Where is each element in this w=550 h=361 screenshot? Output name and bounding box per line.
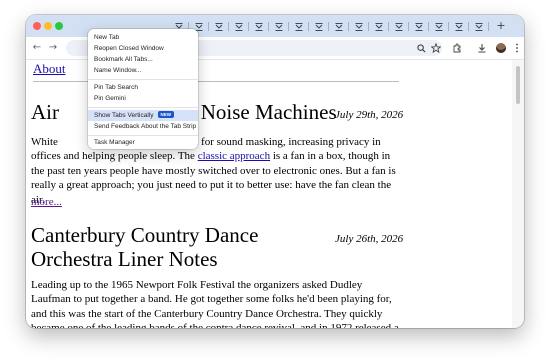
menu-separator [88,135,198,136]
tab-separator [208,22,209,31]
tab-separator [468,22,469,31]
browser-tab[interactable] [292,19,306,35]
menu-item-send-feedback[interactable]: Send Feedback About the Tab Strip [88,121,198,132]
browser-tab[interactable] [352,19,366,35]
site-favicon-icon [415,22,423,32]
close-window-button[interactable] [33,22,41,30]
post-date: July 29th, 2026 [335,109,404,121]
browser-tab[interactable] [212,19,226,35]
menu-item-label: Show Tabs Vertically [94,112,154,119]
extensions-icon[interactable] [450,40,464,56]
forward-button[interactable]: → [46,40,60,56]
scrollbar-thumb[interactable] [516,66,520,104]
site-favicon-icon [315,22,323,32]
site-favicon-icon [275,22,283,32]
browser-tab[interactable] [452,19,466,35]
browser-tab[interactable] [232,19,246,35]
minimize-window-button[interactable] [44,22,52,30]
site-favicon-icon [475,22,483,32]
menu-separator [88,107,198,108]
browser-tab[interactable] [272,19,286,35]
browser-tab[interactable] [432,19,446,35]
site-favicon-icon [295,22,303,32]
browser-tab[interactable] [392,19,406,35]
menu-item-pin-gemini[interactable]: Pin Gemini [88,93,198,104]
avatar[interactable] [496,43,506,53]
menu-item-task-manager[interactable]: Task Manager [88,137,198,148]
kebab-menu-icon[interactable] [510,40,524,56]
tab-separator [308,22,309,31]
menu-item-name-window[interactable]: Name Window... [88,65,198,76]
nav-link-about[interactable]: About [33,61,66,76]
tab-separator [428,22,429,31]
site-favicon-icon [395,22,403,32]
post-title: Canterbury Country Dance Orchestra Liner… [31,223,259,271]
zoom-icon[interactable] [414,40,428,56]
browser-tab[interactable] [312,19,326,35]
post-body: Leading up to the 1965 Newport Folk Fest… [31,279,399,328]
tab-separator [368,22,369,31]
menu-item-reopen-closed-window[interactable]: Reopen Closed Window [88,43,198,54]
tab-strip-context-menu: New Tab Reopen Closed Window Bookmark Al… [88,29,198,149]
back-button[interactable]: ← [30,40,44,56]
site-favicon-icon [235,22,243,32]
site-nav: About [33,61,72,77]
menu-separator [88,79,198,80]
tab-separator [348,22,349,31]
scrollbar[interactable] [512,60,524,328]
site-favicon-icon [215,22,223,32]
more-link[interactable]: more... [31,195,62,209]
browser-tab[interactable] [412,19,426,35]
site-favicon-icon [435,22,443,32]
browser-tab[interactable] [252,19,266,35]
post-date: July 26th, 2026 [335,233,404,245]
site-favicon-icon [375,22,383,32]
tab-separator [248,22,249,31]
menu-item-show-tabs-vertically[interactable]: Show Tabs Vertically NEW [88,110,198,121]
browser-tab[interactable] [472,19,486,35]
tab-separator [388,22,389,31]
classic-approach-link[interactable]: classic approach [198,150,270,162]
menu-item-new-tab[interactable]: New Tab [88,32,198,43]
tab-separator [268,22,269,31]
download-icon[interactable] [475,40,489,56]
site-favicon-icon [335,22,343,32]
tab-separator [488,22,489,31]
star-icon[interactable] [429,40,443,56]
tab-separator [448,22,449,31]
menu-item-pin-tab-search[interactable]: Pin Tab Search [88,82,198,93]
tab-separator [228,22,229,31]
new-badge: NEW [157,111,174,118]
menu-item-bookmark-all-tabs[interactable]: Bookmark All Tabs... [88,54,198,65]
post-body: White y used for sound masking, increasin… [31,136,396,206]
new-tab-button[interactable]: + [494,18,508,34]
browser-tab[interactable] [372,19,386,35]
site-favicon-icon [255,22,263,32]
tab-separator [328,22,329,31]
tab-separator [288,22,289,31]
site-favicon-icon [355,22,363,32]
zoom-window-button[interactable] [55,22,63,30]
site-favicon-icon [455,22,463,32]
browser-tab[interactable] [332,19,346,35]
browser-window: + ← → About Air nite Noise Machines July… [26,15,524,328]
tab-separator [408,22,409,31]
